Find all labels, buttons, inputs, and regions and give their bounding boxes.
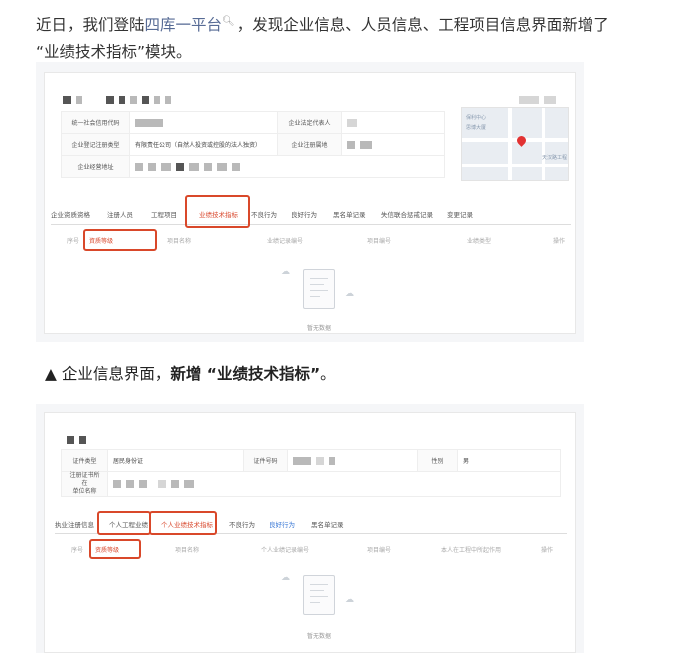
region-value	[341, 133, 445, 156]
cloud-icon: ☁	[281, 573, 290, 583]
tab-blacklist[interactable]: 黑名单记录	[311, 519, 344, 529]
tab-good-behavior[interactable]: 良好行为	[291, 209, 317, 219]
map-label: 天汉路工程	[542, 155, 568, 161]
tab-bad-behavior[interactable]: 不良行为	[251, 209, 277, 219]
legal-rep-label: 企业法定代表人	[277, 111, 342, 134]
company-screenshot: 统一社会信用代码 企业法定代表人 企业登记注册类型 有限责任公司（自然人投资或控…	[36, 62, 584, 342]
col-index: 序号	[67, 238, 80, 245]
gender-value: 男	[457, 449, 561, 472]
article-paragraph: 近日，我们登陆四库一平台🔍︎ ，发现企业信息、人员信息、工程项目信息界面新增了 “…	[36, 8, 686, 66]
tab-projects[interactable]: 工程项目	[151, 209, 177, 219]
person-card: 证件类型 居民身份证 证件号码 性别 男 注册证书所在 单位名称 执业注册信息 个…	[44, 412, 576, 653]
tab-practice-registration[interactable]: 执业注册信息	[55, 519, 94, 529]
col-role-in-project: 本人在工程中所起作用	[441, 547, 502, 554]
highlight-box	[185, 195, 250, 228]
map-pin-icon	[515, 134, 528, 147]
map-label: 保利中心	[466, 115, 487, 121]
company-tab-bar: 企业资质资格 注册人员 工程项目 业绩技术指标 不良行为 良好行为 黑名单记录 …	[51, 209, 571, 219]
empty-state: ☁ ☁ 暂无数据	[277, 263, 367, 337]
para-line2: “业绩技术指标”模块。	[36, 43, 192, 62]
gender-label: 性别	[417, 449, 458, 472]
tab-dishonesty-record[interactable]: 失信联合惩戒记录	[381, 209, 433, 219]
empty-state: ☁ ☁ 暂无数据	[277, 569, 367, 649]
id-type-value: 居民身份证	[107, 449, 244, 472]
tab-qualification[interactable]: 企业资质资格	[51, 209, 90, 219]
cloud-icon: ☁	[345, 289, 354, 299]
empty-document-icon	[303, 575, 335, 615]
caption-arrow: ▲	[45, 365, 57, 383]
location-map[interactable]: 保利中心 思博大厦 天汉路工程	[461, 107, 569, 181]
company-info-table: 统一社会信用代码 企业法定代表人 企业登记注册类型 有限责任公司（自然人投资或控…	[61, 111, 445, 178]
empty-document-icon	[303, 269, 335, 309]
registration-unit-value	[107, 471, 561, 497]
company-name-blurred	[63, 89, 176, 108]
header-right-blurred	[519, 89, 561, 108]
highlight-box	[89, 539, 141, 559]
caption-bold: 新增 “业绩技术指标”	[170, 365, 321, 383]
person-name-blurred	[67, 429, 91, 448]
para-suffix: ，发现企业信息、人员信息、工程项目信息界面新增了	[236, 16, 609, 35]
registration-type-value: 有限责任公司（自然人投资或控股的法人独资）	[129, 133, 278, 156]
id-number-label: 证件号码	[243, 449, 288, 472]
person-screenshot: 证件类型 居民身份证 证件号码 性别 男 注册证书所在 单位名称 执业注册信息 个…	[36, 404, 584, 653]
highlight-box	[149, 511, 217, 535]
highlight-box	[97, 511, 151, 535]
legal-rep-value	[341, 111, 445, 134]
id-number-value	[287, 449, 418, 472]
registration-unit-label: 注册证书所在 单位名称	[61, 471, 108, 497]
credit-code-label: 统一社会信用代码	[61, 111, 130, 134]
para-prefix: 近日，我们登陆	[36, 16, 145, 35]
cloud-icon: ☁	[281, 267, 290, 277]
person-table-header: 序号 资质等级 项目名称 个人业绩记录编号 项目编号 本人在工程中所起作用 操作	[71, 545, 567, 555]
col-actions: 操作	[553, 238, 566, 245]
tab-bad-behavior[interactable]: 不良行为	[229, 519, 255, 529]
col-record-number: 业绩记录编号	[267, 238, 304, 245]
region-label: 企业注册属地	[277, 133, 342, 156]
col-project-name: 项目名称	[175, 547, 200, 554]
tab-good-behavior[interactable]: 良好行为	[269, 519, 295, 529]
cloud-icon: ☁	[345, 595, 354, 605]
tab-registered-staff[interactable]: 注册人员	[107, 209, 133, 219]
registration-type-label: 企业登记注册类型	[61, 133, 130, 156]
col-performance-type: 业绩类型	[467, 238, 492, 245]
platform-link[interactable]: 四库一平台	[145, 16, 223, 34]
map-label: 思博大厦	[466, 125, 487, 131]
caption: ▲ 企业信息界面，新增 “业绩技术指标”。	[45, 362, 336, 384]
col-personal-record-number: 个人业绩记录编号	[261, 547, 310, 554]
tab-blacklist[interactable]: 黑名单记录	[333, 209, 366, 219]
magnifier-icon[interactable]: 🔍︎	[222, 16, 235, 27]
caption-text: 企业信息界面，	[56, 365, 171, 383]
empty-text: 暂无数据	[307, 633, 332, 640]
empty-text: 暂无数据	[307, 325, 332, 332]
col-index: 序号	[71, 547, 84, 554]
person-info-table: 证件类型 居民身份证 证件号码 性别 男 注册证书所在 单位名称	[61, 449, 561, 497]
company-card: 统一社会信用代码 企业法定代表人 企业登记注册类型 有限责任公司（自然人投资或控…	[44, 72, 576, 334]
id-type-label: 证件类型	[61, 449, 108, 472]
highlight-box	[83, 229, 157, 251]
col-project-number: 项目编号	[367, 547, 392, 554]
col-project-name: 项目名称	[167, 238, 192, 245]
credit-code-value	[129, 111, 278, 134]
address-label: 企业经营地址	[61, 155, 130, 178]
caption-end: 。	[320, 365, 336, 383]
tab-change-record[interactable]: 变更记录	[447, 209, 473, 219]
tab-underline	[51, 224, 571, 225]
col-actions: 操作	[541, 547, 554, 554]
col-project-number: 项目编号	[367, 238, 392, 245]
address-value	[129, 155, 445, 178]
